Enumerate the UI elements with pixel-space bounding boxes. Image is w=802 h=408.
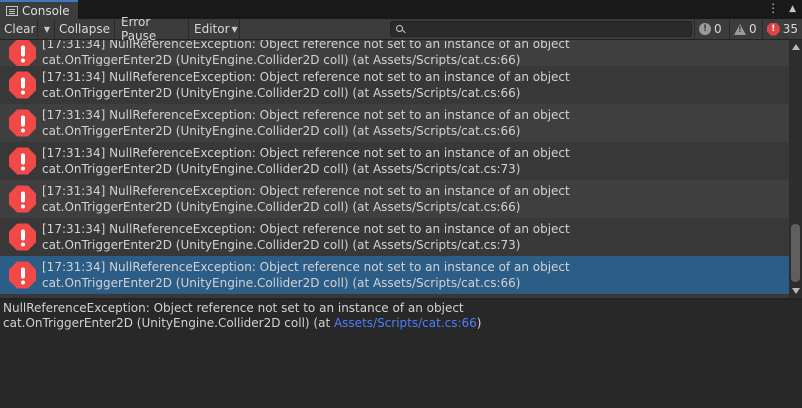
log-entry-stack: cat.OnTriggerEnter2D (UnityEngine.Collid… [42,238,521,252]
log-entry-text: [17:31:34] NullReferenceException: Objec… [42,69,570,101]
info-count: 0 [714,22,722,36]
log-entry-text: [17:31:34] NullReferenceException: Objec… [42,107,570,139]
log-entry[interactable]: [17:31:34] NullReferenceException: Objec… [0,142,789,180]
log-entry-message: [17:31:34] NullReferenceException: Objec… [42,260,570,274]
console-list-icon [6,5,18,16]
log-entry-text: [17:31:34] NullReferenceException: Objec… [42,40,570,68]
error-icon [9,185,36,213]
details-stack-prefix: cat.OnTriggerEnter2D (UnityEngine.Collid… [3,316,334,330]
log-entry-message: [17:31:34] NullReferenceException: Objec… [42,70,570,84]
clear-options-dropdown[interactable]: ▼ [38,19,55,39]
details-message: NullReferenceException: Object reference… [3,301,464,315]
log-entry-stack: cat.OnTriggerEnter2D (UnityEngine.Collid… [42,200,521,214]
warning-count-toggle[interactable]: 0 [729,19,761,39]
log-list: [17:31:34] NullReferenceException: Objec… [0,40,789,298]
log-entry-text: [17:31:34] NullReferenceException: Objec… [42,259,570,291]
log-entry-message: [17:31:34] NullReferenceException: Objec… [42,146,570,160]
error-icon [9,223,36,251]
log-entry[interactable]: [17:31:34] NullReferenceException: Objec… [0,66,789,104]
tab-actions: ⋮ ▲ [767,1,796,17]
error-icon [9,147,36,175]
scroll-thumb[interactable] [791,224,800,282]
log-entry-text: [17:31:34] NullReferenceException: Objec… [42,145,570,177]
collapse-toggle[interactable]: Collapse [55,19,115,39]
clear-button[interactable]: Clear [0,19,38,39]
log-entry-stack: cat.OnTriggerEnter2D (UnityEngine.Collid… [42,86,521,100]
error-icon [9,261,36,289]
editor-dropdown[interactable]: Editor ▼ [190,19,240,39]
editor-dropdown-label: Editor [194,22,230,36]
log-entry-text: [17:31:34] NullReferenceException: Objec… [42,221,570,253]
error-pause-toggle[interactable]: Error Pause [117,15,189,43]
error-icon: ! [767,22,780,36]
tab-label: Console [22,3,70,18]
chevron-down-icon: ▼ [231,24,238,34]
log-entry[interactable]: [17:31:34] NullReferenceException: Objec… [0,40,789,68]
info-count-toggle[interactable]: ! 0 [694,19,728,39]
log-entry-text: [17:31:34] NullReferenceException: Objec… [42,183,570,215]
warning-count: 0 [749,22,757,36]
info-icon: ! [699,23,711,35]
chevron-down-icon: ▼ [43,24,51,34]
log-entry-stack: cat.OnTriggerEnter2D (UnityEngine.Collid… [42,276,521,290]
log-entry-message: [17:31:34] NullReferenceException: Objec… [42,40,570,51]
details-stack-line: cat.OnTriggerEnter2D (UnityEngine.Collid… [3,316,799,331]
log-entry-message: [17:31:34] NullReferenceException: Objec… [42,222,570,236]
log-entry-stack: cat.OnTriggerEnter2D (UnityEngine.Collid… [42,162,521,176]
scroll-down-arrow-icon[interactable] [792,288,800,294]
more-options-icon[interactable]: ⋮ [767,1,779,17]
log-entry-message: [17:31:34] NullReferenceException: Objec… [42,108,570,122]
log-entry[interactable]: [17:31:34] NullReferenceException: Objec… [0,104,789,142]
error-count-toggle[interactable]: ! 35 [762,19,802,39]
search-input[interactable] [390,21,692,37]
log-entry-selected[interactable]: [17:31:34] NullReferenceException: Objec… [0,256,789,294]
error-count: 35 [782,22,798,36]
error-icon [9,71,36,99]
details-stack-suffix: ) [476,316,482,330]
log-entry-message: [17:31:34] NullReferenceException: Objec… [42,184,570,198]
scroll-up-arrow-icon[interactable] [792,44,800,50]
warning-icon [734,23,746,35]
log-entry-stack: cat.OnTriggerEnter2D (UnityEngine.Collid… [42,124,521,138]
error-icon [9,109,36,137]
script-link[interactable]: Assets/Scripts/cat.cs:66 [334,316,477,330]
log-entry[interactable]: [17:31:34] NullReferenceException: Objec… [0,218,789,256]
log-entry[interactable]: [17:31:34] NullReferenceException: Objec… [0,180,789,218]
log-list-scrollbar[interactable] [789,40,802,298]
log-details-pane: NullReferenceException: Object reference… [0,300,802,408]
tab-console[interactable]: Console [0,0,78,19]
error-icon [9,40,36,67]
console-toolbar: Clear ▼ Collapse Error Pause Editor ▼ ! … [0,15,802,43]
search-icon [396,25,403,32]
maximize-icon[interactable]: ▲ [789,1,796,17]
